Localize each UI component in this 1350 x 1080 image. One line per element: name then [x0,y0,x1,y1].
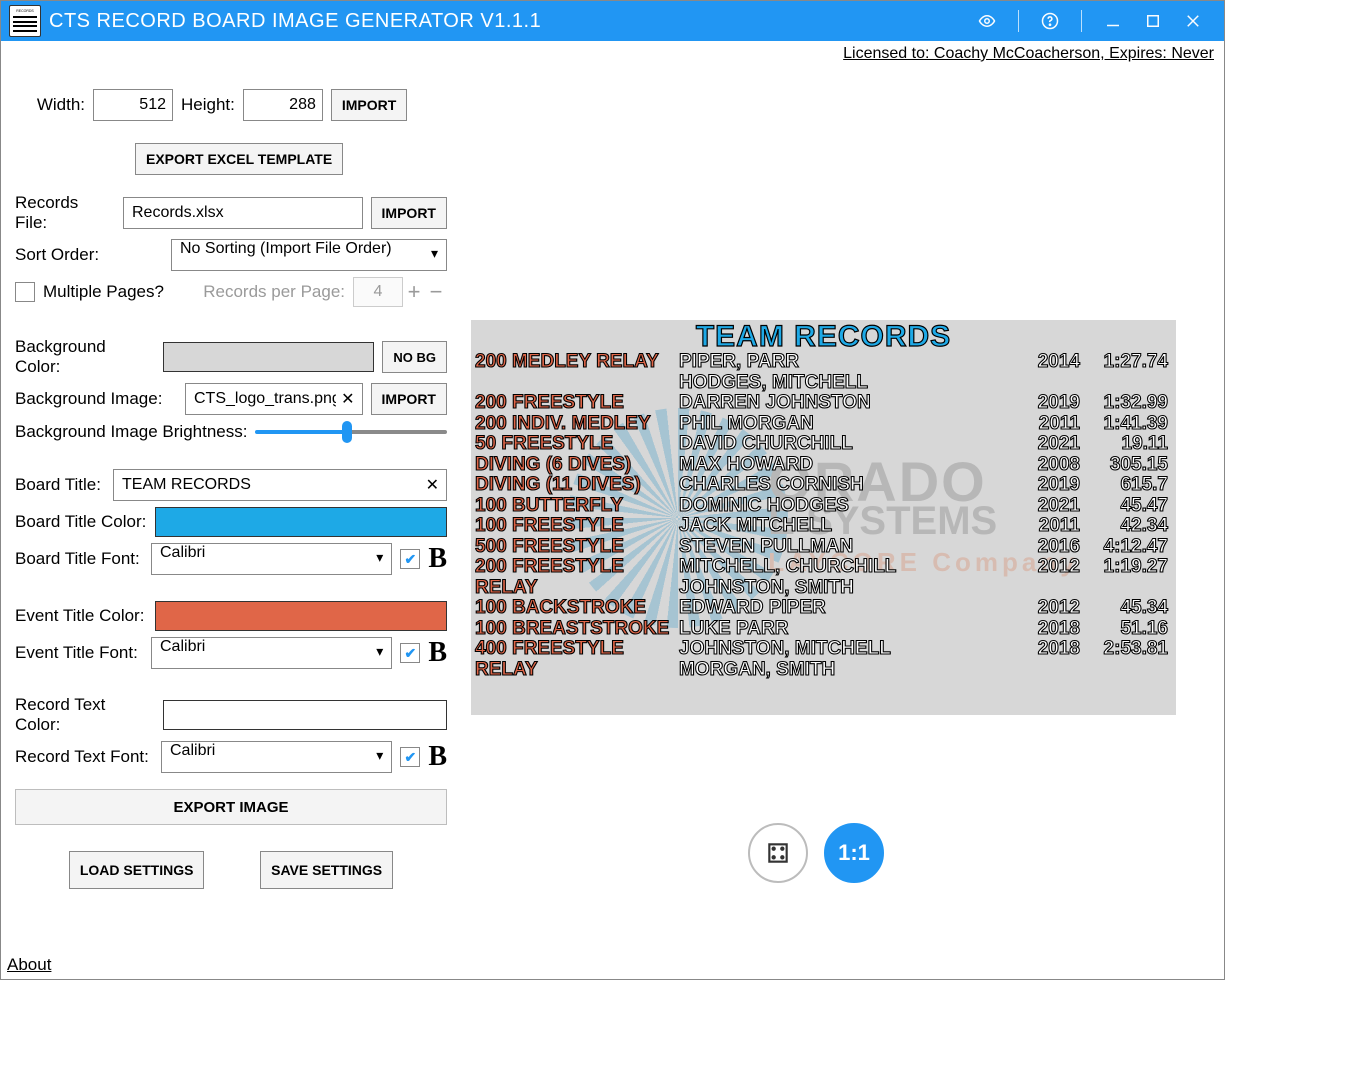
boardtitle-font-label: Board Title Font: [15,549,143,569]
clear-boardtitle-icon[interactable]: ✕ [426,475,439,495]
preview-row: DIVING (6 DIVES)MAX HOWARD2008305.15 [471,455,1176,476]
recordtext-font-label: Record Text Font: [15,747,153,767]
rpp-stepper: + − [353,277,447,307]
preview-row: 500 FREESTYLESTEVEN PULLMAN20164:12.47 [471,537,1176,558]
preview-row: DIVING (11 DIVES)CHARLES CORNISH2019615.… [471,475,1176,496]
records-file-input[interactable] [123,197,363,229]
brightness-label: Background Image Brightness: [15,422,247,442]
bold-icon: B [428,545,447,573]
app-icon: RECORDS [9,5,41,37]
preview-row: 200 MEDLEY RELAYPIPER, PARR HODGES, MITC… [471,352,1176,393]
clear-bgimage-icon[interactable]: ✕ [341,389,354,409]
eye-icon[interactable] [978,12,996,30]
rpp-input [353,277,403,307]
export-excel-button[interactable]: EXPORT EXCEL TEMPLATE [135,143,343,175]
boardtitle-input[interactable] [113,469,447,501]
eventtitle-color-label: Event Title Color: [15,606,147,626]
rpp-minus-icon: − [425,281,447,303]
height-label: Height: [181,95,235,115]
brightness-slider[interactable] [255,421,447,443]
sort-order-select[interactable]: No Sorting (Import File Order) [171,239,447,271]
titlebar: RECORDS CTS RECORD BOARD IMAGE GENERATOR… [1,1,1224,41]
preview-row: 200 FREESTYLEDARREN JOHNSTON20191:32.99 [471,393,1176,414]
boardtitle-color-swatch[interactable] [155,507,447,537]
bgimage-input[interactable] [185,383,363,415]
rpp-plus-icon: + [403,281,425,303]
bgcolor-swatch[interactable] [163,342,374,372]
preview-row: 100 BREASTSTROKELUKE PARR201851.16 [471,619,1176,640]
preview-row: 100 BACKSTROKEEDWARD PIPER201245.34 [471,598,1176,619]
bgcolor-label: Background Color: [15,337,155,377]
multipages-checkbox[interactable] [15,282,35,302]
eventtitle-font-select[interactable]: Calibri [151,637,392,669]
preview-title: TEAM RECORDS [471,320,1176,354]
recordtext-color-label: Record Text Color: [15,695,155,735]
zoom-1to1-button[interactable]: 1:1 [824,823,884,883]
boardtitle-bold-checkbox[interactable] [400,549,420,569]
preview-row: 50 FREESTYLEDAVID CHURCHILL202119.11 [471,434,1176,455]
height-input[interactable] [243,89,323,121]
preview-row: 100 BUTTERFLYDOMINIC HODGES202145.47 [471,496,1176,517]
eventtitle-font-label: Event Title Font: [15,643,143,663]
preview-row: 400 FREESTYLE RELAYJOHNSTON, MITCHELL MO… [471,639,1176,680]
maximize-icon[interactable] [1144,12,1162,30]
import-dims-button[interactable]: IMPORT [331,89,407,121]
boardtitle-label: Board Title: [15,475,105,495]
fullscreen-button[interactable] [748,823,808,883]
bgimage-label: Background Image: [15,389,177,409]
license-text: Licensed to: Coachy McCoacherson, Expire… [1,41,1224,65]
minimize-icon[interactable] [1104,12,1122,30]
eventtitle-bold-checkbox[interactable] [400,643,420,663]
records-file-label: Records File: [15,193,115,233]
bold-icon: B [428,639,447,667]
app-title: CTS RECORD BOARD IMAGE GENERATOR V1.1.1 [49,10,978,33]
preview-row: 100 FREESTYLEJACK MITCHELL201142.34 [471,516,1176,537]
rpp-label: Records per Page: [203,282,345,302]
close-icon[interactable] [1184,12,1202,30]
nobg-button[interactable]: NO BG [382,341,447,373]
preview-panel: ORADO E SYSTEMS LAYCORE Company TEAM REC… [471,320,1176,715]
divider [1081,10,1082,32]
eventtitle-color-swatch[interactable] [155,601,447,631]
recordtext-font-select[interactable]: Calibri [161,741,392,773]
save-settings-button[interactable]: SAVE SETTINGS [260,851,393,889]
width-label: Width: [15,95,85,115]
help-icon[interactable] [1041,12,1059,30]
preview-row: 200 INDIV. MEDLEYPHIL MORGAN20111:41.39 [471,414,1176,435]
export-image-button[interactable]: EXPORT IMAGE [15,789,447,825]
recordtext-color-swatch[interactable] [163,700,447,730]
width-input[interactable] [93,89,173,121]
preview-row: 200 FREESTYLE RELAYMITCHELL, CHURCHILL J… [471,557,1176,598]
sort-order-label: Sort Order: [15,245,163,265]
about-link[interactable]: About [7,955,51,975]
recordtext-bold-checkbox[interactable] [400,747,420,767]
boardtitle-font-select[interactable]: Calibri [151,543,392,575]
divider [1018,10,1019,32]
bold-icon: B [428,743,447,771]
load-settings-button[interactable]: LOAD SETTINGS [69,851,205,889]
import-bgimage-button[interactable]: IMPORT [371,383,447,415]
boardtitle-color-label: Board Title Color: [15,512,147,532]
multipages-label: Multiple Pages? [43,282,164,302]
import-records-button[interactable]: IMPORT [371,197,447,229]
